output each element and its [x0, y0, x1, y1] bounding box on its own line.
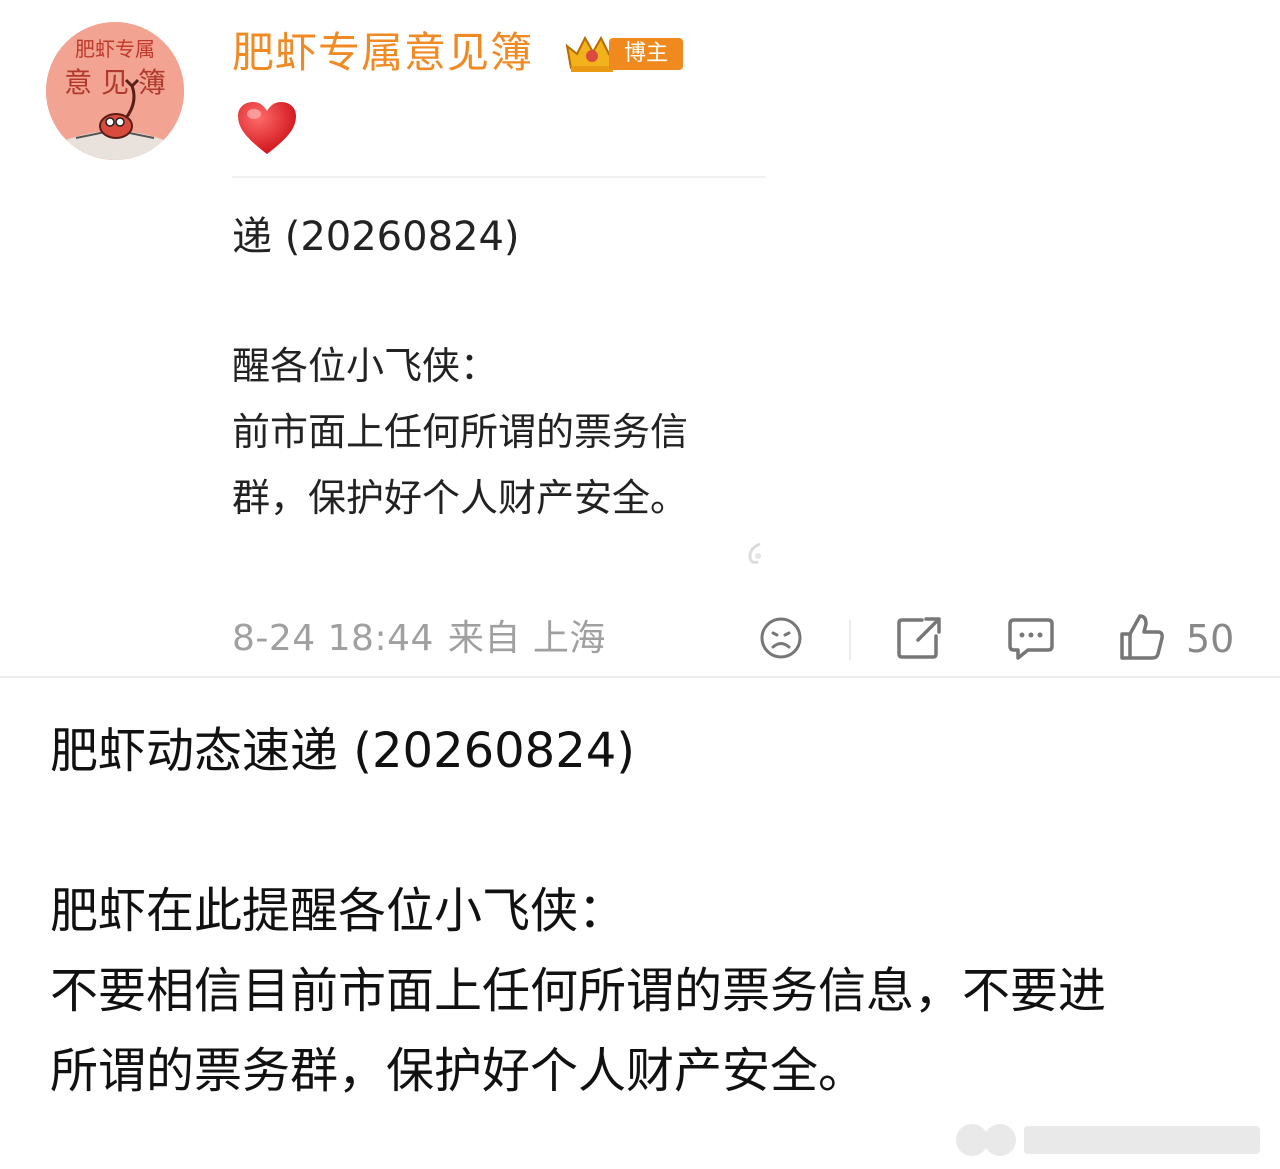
post-source: 来自 上海	[447, 618, 606, 659]
post-title: 肥虾动态速递 (20260824)	[50, 723, 636, 779]
image-text-line: 前市面上任何所谓的票务信	[232, 410, 689, 454]
post-text-line: 不要相信目前市面上任何所谓的票务信息，不要进	[50, 963, 1107, 1019]
like-count: 50	[1186, 617, 1235, 661]
platform-watermark-icon	[956, 1124, 1260, 1156]
shrimp-avatar-icon: 肥虾专属 意 见 簿	[46, 22, 184, 160]
image-top-divider	[232, 176, 766, 178]
share-icon	[897, 617, 941, 659]
comment-card: 肥虾专属 意 见 簿 肥虾专属意见簿 博主 递 (20260824) 醒各位小飞…	[0, 0, 1280, 676]
sad-face-icon	[760, 617, 802, 659]
post-text-line: 所谓的票务群，保护好个人财产安全。	[50, 1043, 867, 1099]
svg-text:肥虾专属: 肥虾专属	[75, 37, 155, 61]
comment-button[interactable]	[1006, 612, 1056, 666]
heart-icon	[238, 102, 296, 154]
like-button[interactable]	[1118, 612, 1166, 666]
post-time: 8-24 18:44	[232, 618, 434, 659]
thumbs-up-icon	[1120, 614, 1164, 660]
image-watermark-icon	[748, 542, 761, 564]
post-text-line: 肥虾在此提醒各位小飞侠：	[50, 883, 627, 939]
attached-image-crop[interactable]: 递 (20260824) 醒各位小飞侠： 前市面上任何所谓的票务信 群，保护好个…	[232, 200, 768, 580]
action-separator	[849, 620, 851, 660]
creator-badge: 博主	[563, 32, 683, 72]
svg-text:意 见 簿: 意 见 簿	[64, 66, 166, 99]
section-divider	[0, 676, 1280, 678]
dislike-button[interactable]	[758, 612, 804, 666]
username[interactable]: 肥虾专属意见簿	[232, 26, 533, 80]
image-text-line: 群，保护好个人财产安全。	[232, 476, 689, 520]
image-title: 递 (20260824)	[232, 214, 520, 260]
share-button[interactable]	[896, 612, 944, 666]
badge-label: 博主	[609, 38, 683, 70]
post-meta: 8-24 18:44 来自 上海	[232, 614, 620, 664]
image-text-line: 醒各位小飞侠：	[232, 344, 499, 388]
avatar[interactable]: 肥虾专属 意 见 簿	[46, 22, 184, 160]
comment-icon	[1008, 618, 1054, 660]
